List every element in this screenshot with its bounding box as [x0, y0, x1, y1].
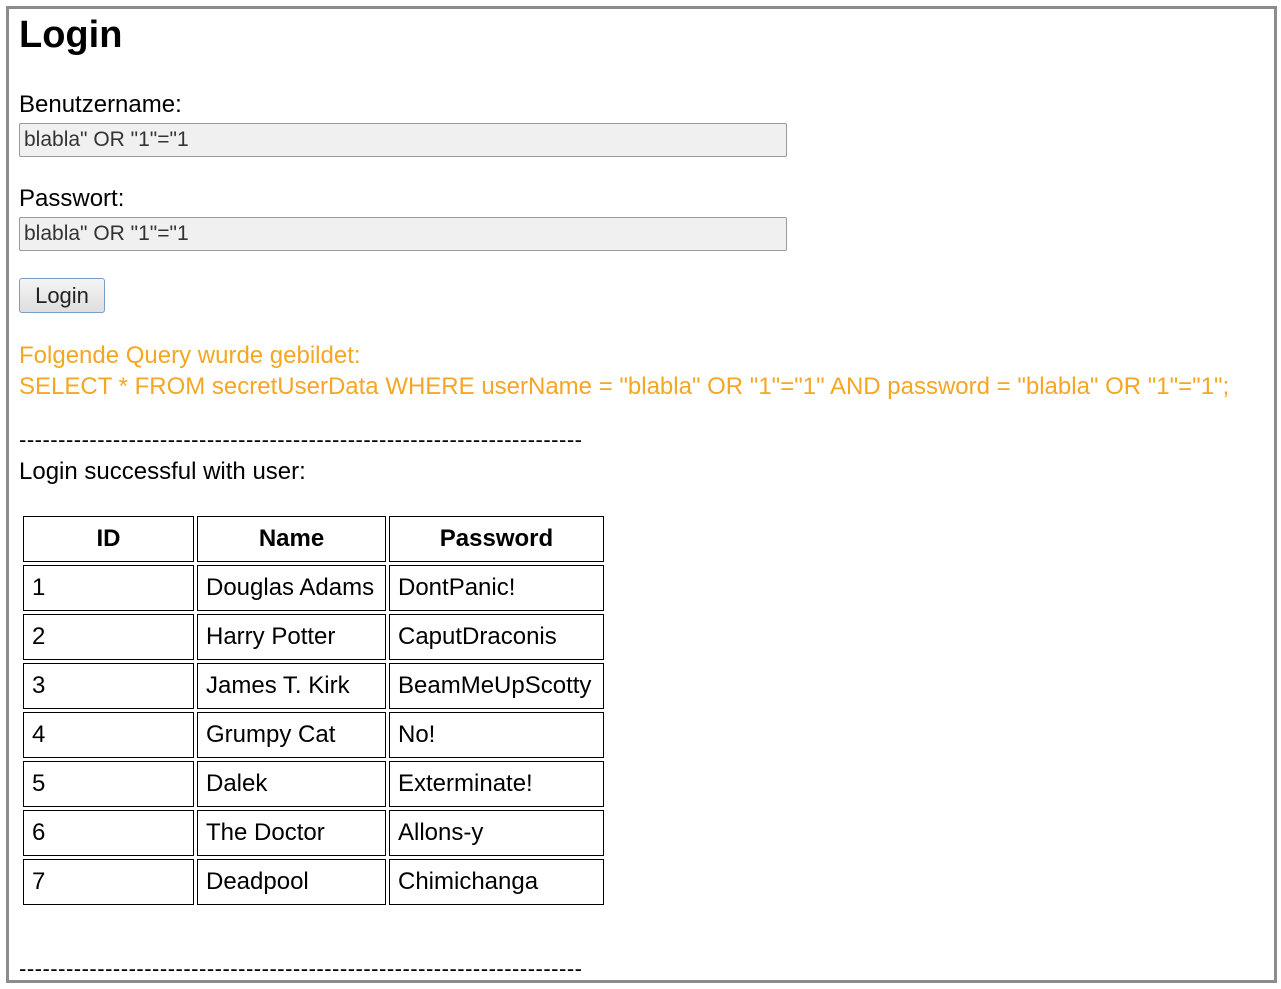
cell-name: Grumpy Cat	[197, 712, 386, 758]
cell-name: Dalek	[197, 761, 386, 807]
query-heading: Folgende Query wurde gebildet:	[19, 342, 361, 369]
table-header-row: ID Name Password	[23, 516, 604, 562]
cell-password: Chimichanga	[389, 859, 604, 905]
cell-password: Allons-y	[389, 810, 604, 856]
table-row: 6 The Doctor Allons-y	[23, 810, 604, 856]
table-row: 5 Dalek Exterminate!	[23, 761, 604, 807]
user-table: ID Name Password 1 Douglas Adams DontPan…	[20, 513, 607, 908]
cell-password: No!	[389, 712, 604, 758]
username-label: Benutzername:	[19, 91, 182, 118]
table-row: 4 Grumpy Cat No!	[23, 712, 604, 758]
page-frame: Login Benutzername: blabla" OR "1"="1 Pa…	[6, 6, 1277, 983]
username-input[interactable]: blabla" OR "1"="1	[19, 123, 787, 157]
column-header-name: Name	[197, 516, 386, 562]
table-row: 1 Douglas Adams DontPanic!	[23, 565, 604, 611]
cell-password: Exterminate!	[389, 761, 604, 807]
table-row: 3 James T. Kirk BeamMeUpScotty	[23, 663, 604, 709]
success-message: Login successful with user:	[19, 458, 306, 485]
table-row: 2 Harry Potter CaputDraconis	[23, 614, 604, 660]
password-input[interactable]: blabla" OR "1"="1	[19, 217, 787, 251]
table-row: 7 Deadpool Chimichanga	[23, 859, 604, 905]
cell-password: BeamMeUpScotty	[389, 663, 604, 709]
cell-name: Harry Potter	[197, 614, 386, 660]
cell-id: 6	[23, 810, 194, 856]
cell-id: 4	[23, 712, 194, 758]
cell-password: CaputDraconis	[389, 614, 604, 660]
cell-password: DontPanic!	[389, 565, 604, 611]
page-title: Login	[19, 14, 123, 56]
cell-id: 3	[23, 663, 194, 709]
cell-id: 5	[23, 761, 194, 807]
separator-bottom: ----------------------------------------…	[19, 956, 583, 981]
cell-name: The Doctor	[197, 810, 386, 856]
column-header-password: Password	[389, 516, 604, 562]
cell-name: James T. Kirk	[197, 663, 386, 709]
cell-id: 1	[23, 565, 194, 611]
separator-top: ----------------------------------------…	[19, 427, 583, 452]
column-header-id: ID	[23, 516, 194, 562]
password-label: Passwort:	[19, 185, 125, 212]
cell-id: 7	[23, 859, 194, 905]
cell-name: Douglas Adams	[197, 565, 386, 611]
cell-id: 2	[23, 614, 194, 660]
query-text: SELECT * FROM secretUserData WHERE userN…	[19, 373, 1230, 400]
cell-name: Deadpool	[197, 859, 386, 905]
login-button[interactable]: Login	[19, 278, 105, 313]
